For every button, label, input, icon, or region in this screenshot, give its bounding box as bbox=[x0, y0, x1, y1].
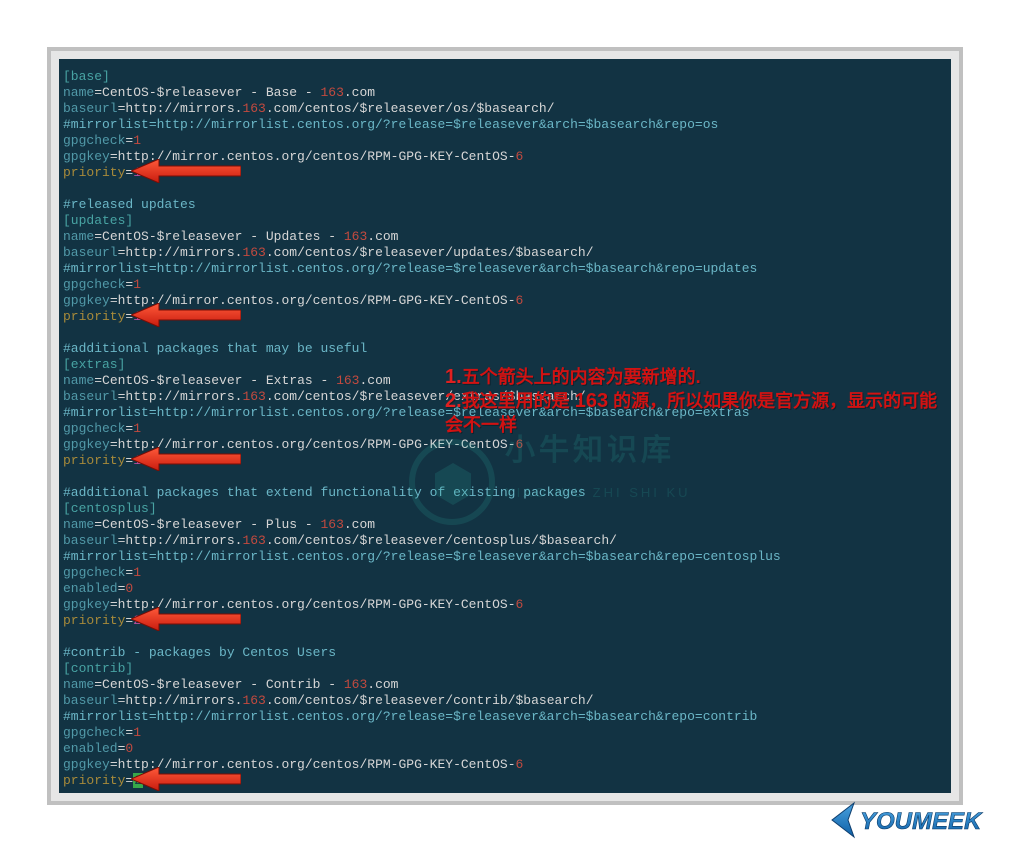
arrow-icon bbox=[131, 159, 241, 183]
svg-text:YOUMEEK: YOUMEEK bbox=[860, 808, 983, 835]
arrow-icon bbox=[131, 303, 241, 327]
screenshot-frame: [base] name=CentOS-$releasever - Base - … bbox=[47, 47, 963, 805]
arrow-icon bbox=[131, 447, 241, 471]
annotation-number-1: 1. bbox=[445, 366, 462, 388]
brand-logo: YOUMEEK bbox=[828, 799, 1010, 841]
terminal-window: [base] name=CentOS-$releasever - Base - … bbox=[59, 59, 951, 793]
annotation-text: 1.五个箭头上的内容为要新增的. 2.我这里用的是 163 的源，所以如果你是官… bbox=[445, 365, 951, 437]
annotation-number-2: 2. bbox=[445, 390, 462, 412]
arrow-icon bbox=[131, 607, 241, 631]
arrow-icon bbox=[131, 767, 241, 791]
